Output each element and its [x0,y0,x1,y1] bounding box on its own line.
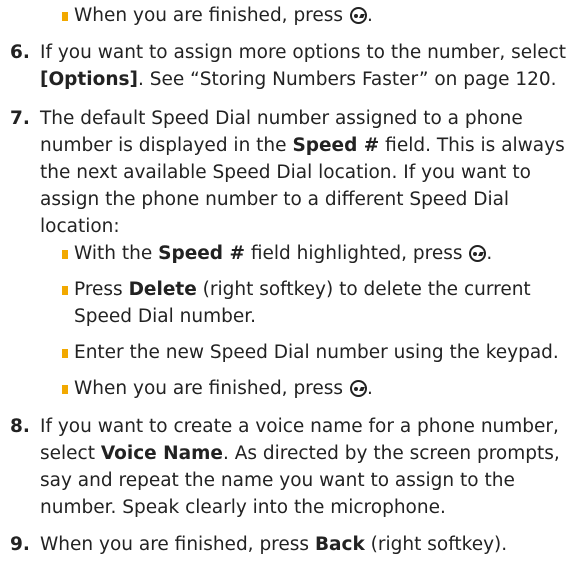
step-7-line-2: number is displayed in the Speed # field… [40,135,565,156]
step-8-line-3: say and repeat the name you want to assi… [40,470,515,491]
step-number: 6. [10,42,30,63]
step-8-line-2: select Voice Name. As directed by the sc… [40,443,560,464]
bullet-marker [62,286,68,295]
step-7-line-4: assign the phone number to a different S… [40,189,510,210]
bullet-finished: When you are finished, press . [74,378,373,399]
manual-page: When you are finished, press . 6. If you… [0,0,585,562]
step-8-line-4: number. Speak clearly into the microphon… [40,497,446,518]
ok-key-icon [349,380,367,397]
bullet-marker [62,385,68,394]
bullet-marker [62,250,68,259]
step-7-line-3: the next available Speed Dial location. … [40,162,531,183]
bullet-press-delete-cont: Speed Dial number. [74,306,257,327]
step-number: 7. [10,108,30,129]
step-7-line-5: location: [40,216,120,237]
ok-key-icon [469,245,487,262]
step-6-line-2: [Options]. See “Storing Numbers Faster” … [40,69,557,90]
step-number: 9. [10,534,30,555]
bullet-marker [62,349,68,358]
ok-key-icon [349,7,367,24]
bullet-finished-top: When you are finished, press . [74,5,373,26]
step-number: 8. [10,416,30,437]
bullet-enter-number: Enter the new Speed Dial number using th… [74,342,559,363]
bullet-speed-highlighted: With the Speed # field highlighted, pres… [74,243,493,264]
bullet-marker [62,12,68,21]
bullet-press-delete: Press Delete (right softkey) to delete t… [74,279,531,300]
